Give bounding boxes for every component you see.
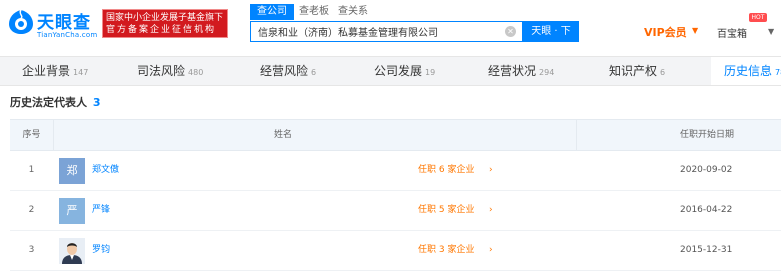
tab-count: 19 <box>425 68 436 77</box>
tab-count: 480 <box>188 68 204 77</box>
tab-count: 6 <box>311 68 317 77</box>
promo-banner[interactable]: 国家中小企业发展子基金旗下 官方备案企业征信机构 <box>102 9 228 38</box>
tab-label: 经营状况 <box>488 64 537 78</box>
site-header: 天眼查 TianYanCha.com 国家中小企业发展子基金旗下 官方备案企业征… <box>0 0 781 56</box>
tab-label: 知识产权 <box>609 64 658 78</box>
tab-label: 企业背景 <box>22 64 71 78</box>
tab-company-background[interactable]: 企业背景 147 <box>22 57 88 85</box>
chevron-down-icon: ▼ <box>692 26 699 35</box>
person-name-link[interactable]: 严锋 <box>92 191 110 230</box>
tab-legal-risk[interactable]: 司法风险 480 <box>137 57 203 85</box>
table-row: 3 罗钧 任职 3 家企业 › 2015-12-31 <box>10 231 781 271</box>
tab-operation-status[interactable]: 经营状况 294 <box>488 57 554 85</box>
brand-name: 天眼查 <box>37 13 91 33</box>
chevron-right-icon: › <box>489 165 493 175</box>
section-title: 历史法定代表人 3 <box>10 94 101 110</box>
hot-badge: HOT <box>749 13 767 22</box>
search-box: ✕ <box>250 21 523 42</box>
tab-search-relation[interactable]: 查关系 <box>338 4 368 20</box>
person-photo-icon <box>59 238 85 264</box>
tab-label: 公司发展 <box>374 64 423 78</box>
tab-operation-risk[interactable]: 经营风险 6 <box>260 57 316 85</box>
posts-link[interactable]: 任职 5 家企业 <box>418 191 474 230</box>
company-nav-tabs: 企业背景 147 司法风险 480 经营风险 6 公司发展 19 经营状况 294 知识产… <box>0 56 781 86</box>
avatar[interactable] <box>59 238 85 264</box>
start-date: 2015-12-31 <box>680 245 733 255</box>
tab-label: 经营风险 <box>260 64 309 78</box>
tab-company-development[interactable]: 公司发展 19 <box>374 57 435 85</box>
col-start-date-header: 任职开始日期 <box>680 130 735 140</box>
row-index: 3 <box>28 245 35 255</box>
eye-logo-icon <box>9 9 33 34</box>
vip-button[interactable]: VIP会员 <box>644 24 687 40</box>
tab-search-boss[interactable]: 查老板 <box>299 4 329 20</box>
brand-domain: TianYanCha.com <box>37 31 98 39</box>
person-name-link[interactable]: 罗钧 <box>92 231 110 270</box>
tab-count: 6 <box>660 68 666 77</box>
column-divider <box>53 120 54 150</box>
tab-history-info[interactable]: 历史信息78 <box>711 57 781 85</box>
tab-label: 司法风险 <box>137 64 186 78</box>
start-date: 2020-09-02 <box>680 165 733 175</box>
chevron-down-icon: ▼ <box>768 27 775 36</box>
start-date: 2016-04-22 <box>680 205 733 215</box>
section-title-text: 历史法定代表人 <box>10 96 87 109</box>
tab-search-company[interactable]: 查公司 <box>250 4 294 20</box>
avatar[interactable]: 郑 <box>59 158 85 184</box>
clear-icon[interactable]: ✕ <box>505 26 516 37</box>
tab-intellectual-property[interactable]: 知识产权 6 <box>609 57 665 85</box>
col-index-header: 序号 <box>22 130 41 140</box>
section-count: 3 <box>92 96 101 109</box>
tab-count: 147 <box>73 68 89 77</box>
chevron-right-icon: › <box>489 205 493 215</box>
toolbox-button[interactable]: 百宝箱 <box>717 25 747 40</box>
logo[interactable]: 天眼查 TianYanCha.com <box>8 7 100 43</box>
table-row: 2 严 严锋 任职 5 家企业 › 2016-04-22 <box>10 191 781 231</box>
row-index: 2 <box>28 205 35 215</box>
promo-line1: 国家中小企业发展子基金旗下 <box>106 13 224 23</box>
tab-count: 78 <box>775 68 781 77</box>
promo-line2: 官方备案企业征信机构 <box>106 25 217 35</box>
tab-count: 294 <box>539 68 555 77</box>
tab-label: 历史信息 <box>724 64 773 78</box>
search-input[interactable] <box>251 22 517 41</box>
history-legal-rep-table: 序号 姓名 任职开始日期 1 郑 郑文傲 任职 6 家企业 › 2020-09-… <box>10 119 781 271</box>
posts-link[interactable]: 任职 6 家企业 <box>418 151 474 190</box>
avatar[interactable]: 严 <box>59 198 85 224</box>
column-divider <box>576 120 577 150</box>
table-row: 1 郑 郑文傲 任职 6 家企业 › 2020-09-02 <box>10 151 781 191</box>
row-index: 1 <box>28 165 35 175</box>
search-button[interactable]: 天眼 · 下 <box>523 21 579 42</box>
col-name-header: 姓名 <box>274 130 293 140</box>
person-name-link[interactable]: 郑文傲 <box>92 151 119 190</box>
posts-link[interactable]: 任职 3 家企业 <box>418 231 474 270</box>
table-header: 序号 姓名 任职开始日期 <box>10 120 781 151</box>
chevron-right-icon: › <box>489 245 493 255</box>
